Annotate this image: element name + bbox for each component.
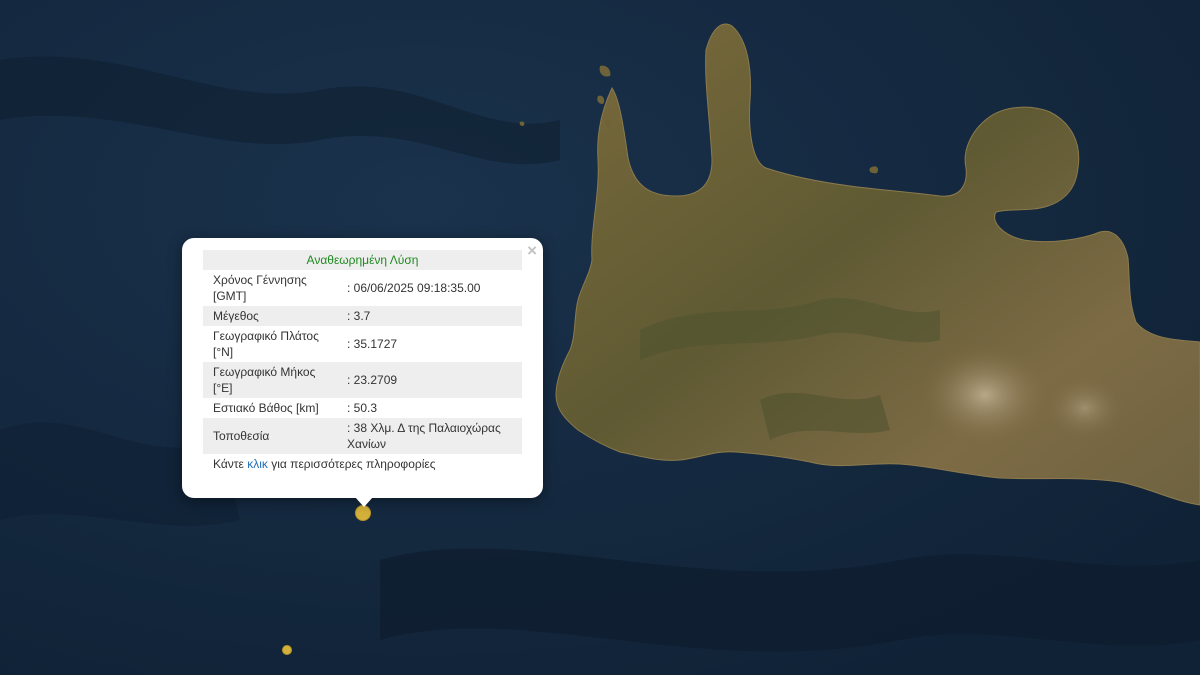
origin-time-value: : 06/06/2025 09:18:35.00 [347,281,481,295]
more-info-suffix: για περισσότερες πληροφορίες [267,457,436,471]
longitude-value: : 23.2709 [335,362,522,398]
depth-value: : 50.3 [347,401,378,415]
more-info-link[interactable]: κλικ [247,457,268,471]
magnitude-label: Μέγεθος [203,306,335,326]
earthquake-details-table: Αναθεωρημένη Λύση Χρόνος Γέννησης [GMT] … [203,250,522,474]
location-label: Τοποθεσία [203,418,335,454]
more-info-prefix: Κάντε [213,457,248,471]
table-row: Χρόνος Γέννησης [GMT] : 06/06/2025 09:18… [203,270,522,306]
latitude-value: : 35.1727 [347,337,398,351]
longitude-label: Γεωγραφικό Μήκος [°E] [203,362,335,398]
table-row: Γεωγραφικό Μήκος [°E] : 23.2709 [203,362,522,398]
mountain-range-east [1045,376,1125,440]
depth-label: Εστιακό Βάθος [km] [213,401,319,415]
table-row: Μέγεθος : 3.7 [203,306,522,326]
latitude-label: Γεωγραφικό Πλάτος [°N] [213,329,319,359]
table-row: Γεωγραφικό Πλάτος [°N] : 35.1727 [203,326,522,362]
table-row: Τοποθεσία : 38 Χλμ. Δ της Παλαιοχώρας Χα… [203,418,522,454]
map-container[interactable] [0,0,1200,675]
close-icon[interactable]: × [527,241,537,261]
table-row: Κάντε κλικ για περισσότερες πληροφορίες [203,454,522,474]
origin-time-label: Χρόνος Γέννησης [GMT] [213,273,307,303]
more-info-text: Κάντε κλικ για περισσότερες πληροφορίες [203,454,522,474]
location-value: : 38 Χλμ. Δ της Παλαιοχώρας Χανίων [335,418,522,454]
mountain-range [920,345,1050,445]
earthquake-marker-selected[interactable] [355,505,371,521]
magnitude-value: : 3.7 [335,306,522,326]
popup-pointer [355,497,373,507]
earthquake-marker-other[interactable] [282,645,292,655]
popup-title: Αναθεωρημένη Λύση [203,250,522,270]
earthquake-info-popup: × Αναθεωρημένη Λύση Χρόνος Γέννησης [GMT… [182,238,543,507]
satellite-basemap [0,0,1200,675]
table-row: Εστιακό Βάθος [km] : 50.3 [203,398,522,418]
